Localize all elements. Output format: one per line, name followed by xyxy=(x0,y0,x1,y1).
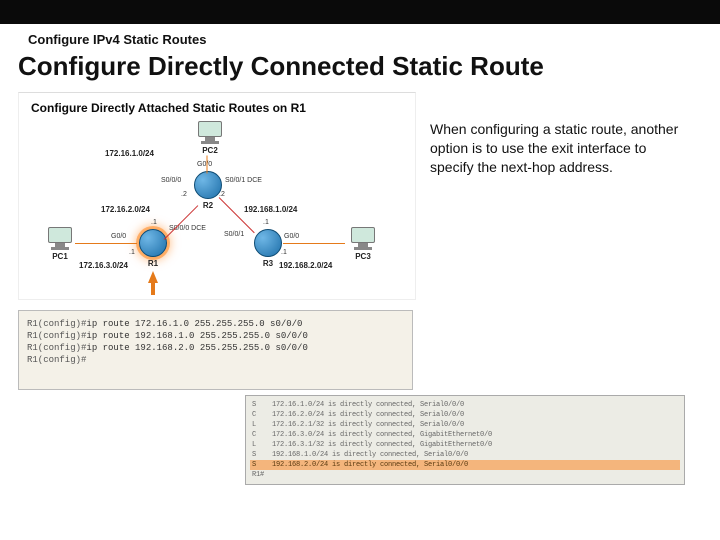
link-r1-r2 xyxy=(164,205,199,240)
router-r2 xyxy=(194,171,222,199)
router-r3 xyxy=(254,229,282,257)
router-r1-label: R1 xyxy=(138,259,168,268)
cli-line: R1(config)#ip route 192.168.2.0 255.255.… xyxy=(27,343,404,353)
pc3: PC3 xyxy=(344,227,382,267)
link-pc2-r2 xyxy=(207,156,208,174)
dot1c: .1 xyxy=(129,249,135,256)
rt-row: S 192.168.1.0/24 is directly connected, … xyxy=(250,450,680,460)
net-label-192-168-2: 192.168.2.0/24 xyxy=(279,261,332,270)
rt-row: C 172.16.3.0/24 is directly connected, G… xyxy=(250,430,680,440)
cli-line: R1(config)#ip route 192.168.1.0 255.255.… xyxy=(27,331,404,341)
net-label-192-168-1: 192.168.1.0/24 xyxy=(244,205,297,214)
diagram-title: Configure Directly Attached Static Route… xyxy=(19,93,415,119)
highlight-arrow-stem xyxy=(151,281,155,295)
cli-output: R1(config)#ip route 172.16.1.0 255.255.2… xyxy=(18,310,413,390)
dot1d: .1 xyxy=(281,249,287,256)
rt-row: L 172.16.3.1/32 is directly connected, G… xyxy=(250,440,680,450)
if-r1-g00: G0/0 xyxy=(111,233,126,240)
link-r2-r3 xyxy=(219,197,255,233)
diagram-panel: Configure Directly Attached Static Route… xyxy=(18,92,416,300)
top-bar xyxy=(0,0,720,24)
pc1: PC1 xyxy=(41,227,79,267)
pc2: PC2 xyxy=(191,121,229,161)
route-table: S 172.16.1.0/24 is directly connected, S… xyxy=(245,395,685,485)
section-pre-title: Configure IPv4 Static Routes xyxy=(0,24,720,51)
link-pc1-r1 xyxy=(75,243,137,244)
cli-line: R1(config)# xyxy=(27,355,404,365)
if-r2-s001: S0/0/1 DCE xyxy=(225,177,262,184)
link-r3-pc3 xyxy=(283,243,345,244)
rt-prompt: R1# xyxy=(250,470,680,480)
section-title: Configure Directly Connected Static Rout… xyxy=(0,51,720,92)
pc-label: PC1 xyxy=(41,252,79,261)
net-label-172-16-1: 172.16.1.0/24 xyxy=(105,149,154,158)
pc-label: PC2 xyxy=(191,146,229,155)
body-paragraph: When configuring a static route, another… xyxy=(430,120,680,177)
rt-row: S 172.16.1.0/24 is directly connected, S… xyxy=(250,400,680,410)
topology: PC2 172.16.1.0/24 R2 G0/0 S0/0/0 S0/0/1 … xyxy=(19,119,415,299)
dot2a: .2 xyxy=(181,191,187,198)
net-label-172-16-3: 172.16.3.0/24 xyxy=(79,261,128,270)
rt-row: C 172.16.2.0/24 is directly connected, S… xyxy=(250,410,680,420)
cli-line: R1(config)#ip route 172.16.1.0 255.255.2… xyxy=(27,319,404,329)
net-label-172-16-2: 172.16.2.0/24 xyxy=(101,205,150,214)
rt-row: L 172.16.2.1/32 is directly connected, S… xyxy=(250,420,680,430)
pc-label: PC3 xyxy=(344,252,382,261)
router-r1 xyxy=(139,229,167,257)
if-r2-s000: S0/0/0 xyxy=(161,177,181,184)
rt-row-highlight: S 192.168.2.0/24 is directly connected, … xyxy=(250,460,680,470)
if-r3-g00: G0/0 xyxy=(284,233,299,240)
dot1a: .1 xyxy=(151,219,157,226)
dot1b: .1 xyxy=(263,219,269,226)
if-r3-s001: S0/0/1 xyxy=(224,231,244,238)
if-r2-g00: G0/0 xyxy=(197,161,212,168)
